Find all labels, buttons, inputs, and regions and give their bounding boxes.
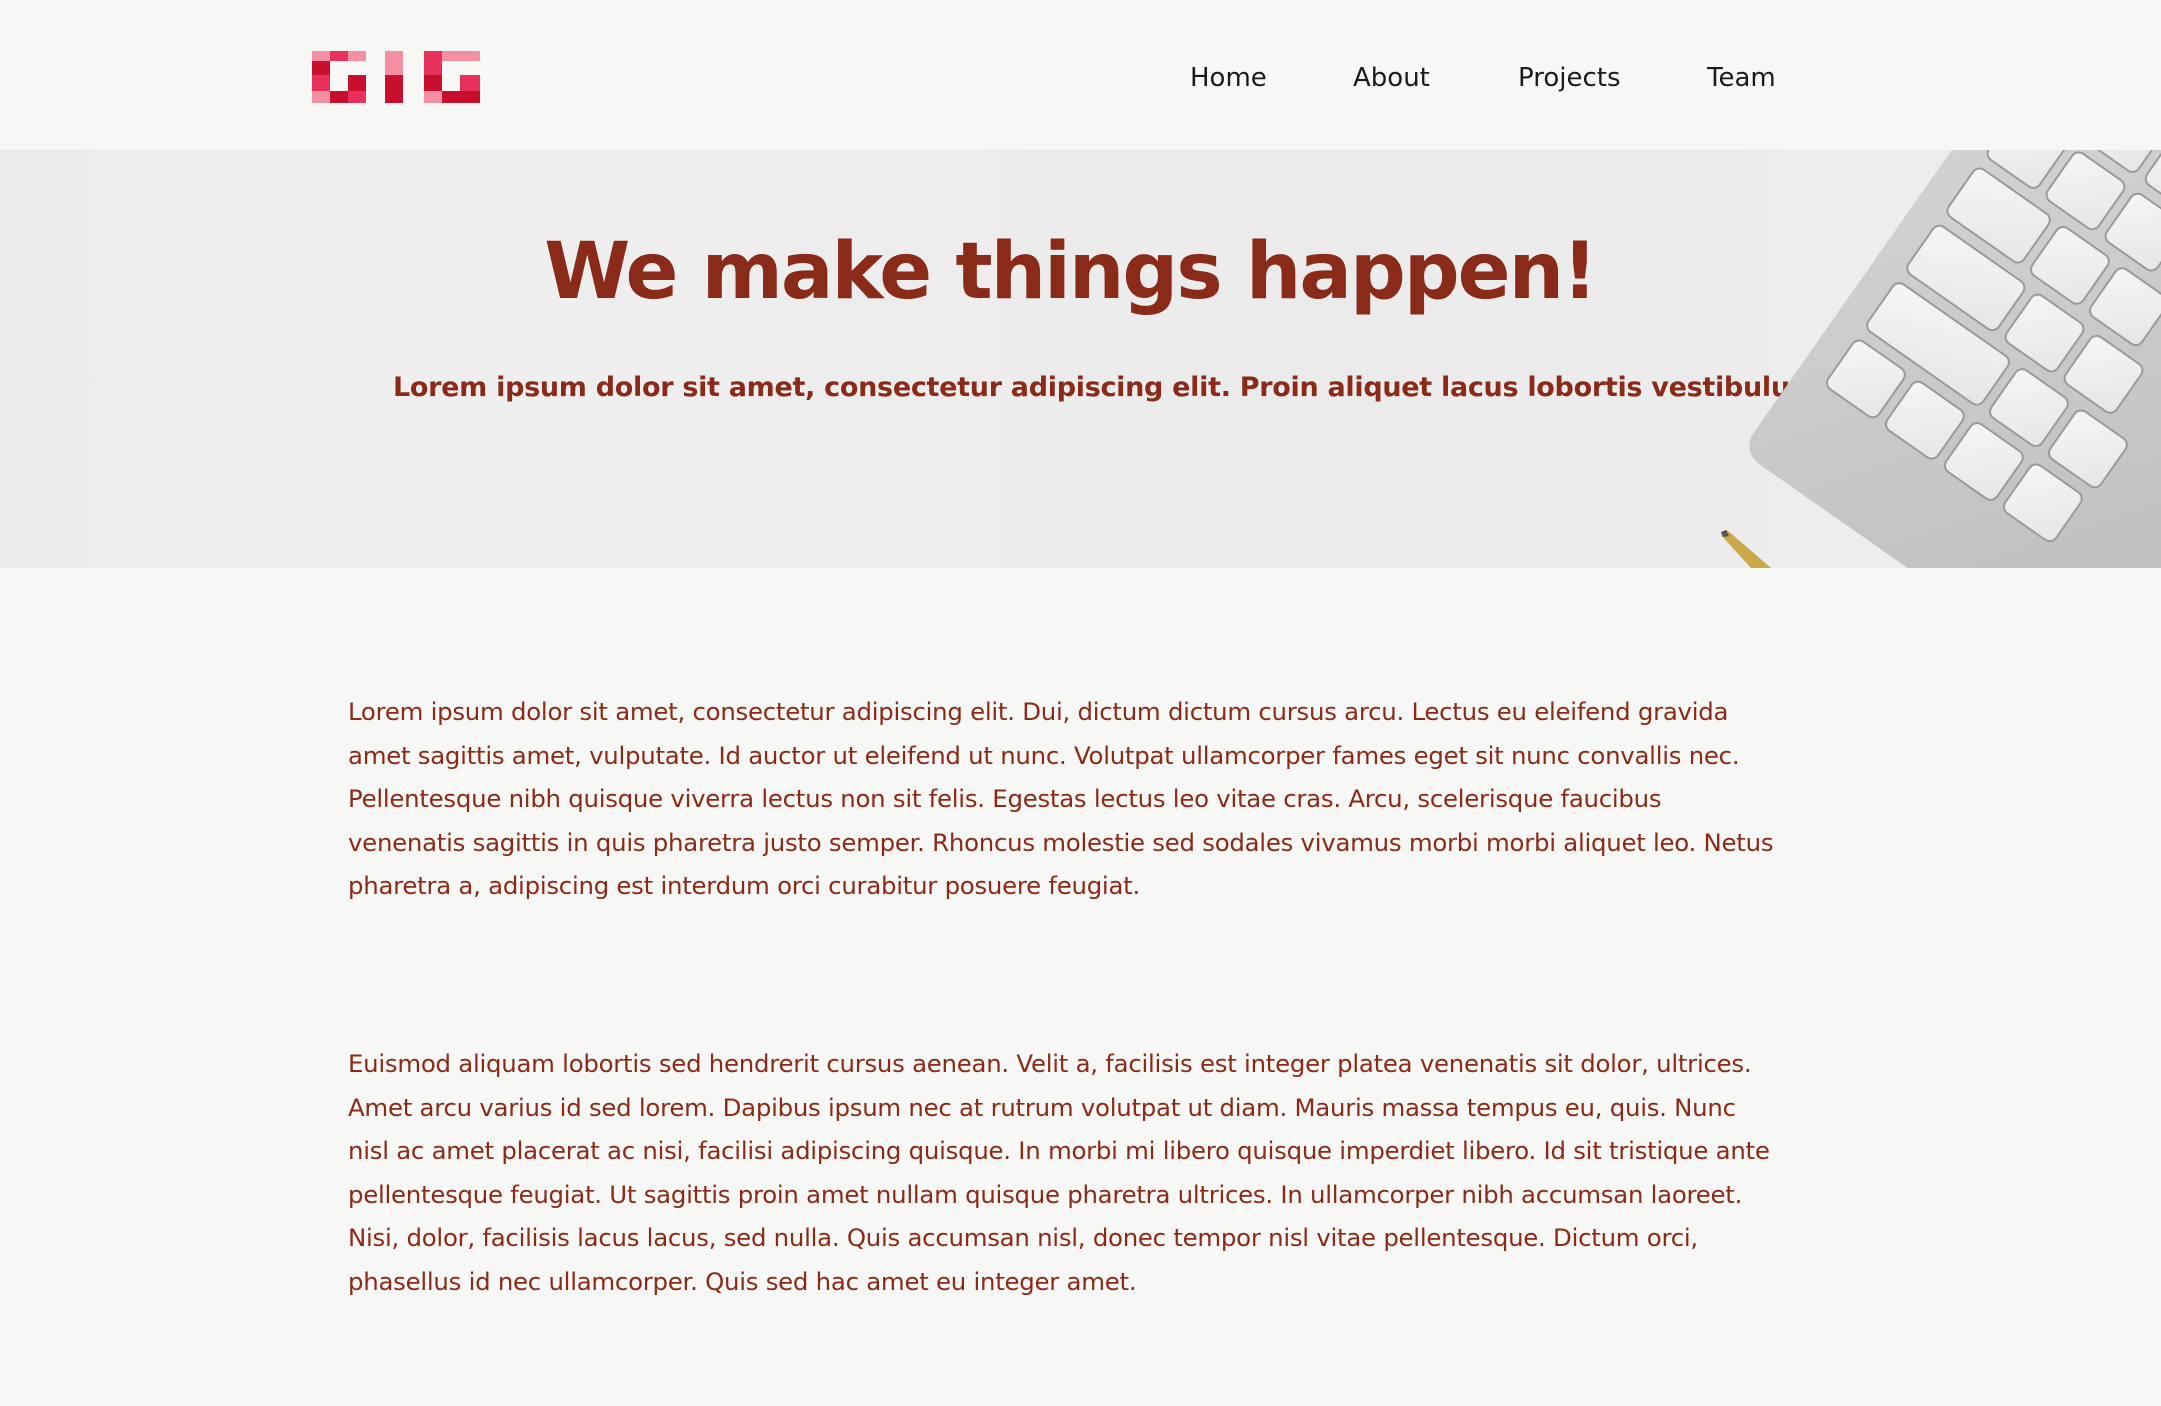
nav-about-link[interactable]: About — [1353, 58, 1430, 98]
nav-team-link[interactable]: Team — [1707, 58, 1776, 98]
intro-paragraph: Lorem ipsum dolor sit amet, consectetur … — [348, 697, 1774, 900]
gig-logo[interactable] — [312, 51, 480, 103]
nav-home-link[interactable]: Home — [1190, 58, 1267, 98]
nav-projects-link[interactable]: Projects — [1518, 58, 1621, 98]
keyboard-image — [1721, 150, 2161, 568]
hero-banner: We make things happen! Lorem ipsum dolor… — [0, 150, 2161, 568]
second-paragraph: Euismod aliquam lobortis sed hendrerit c… — [348, 1049, 1770, 1296]
main-nav: Home About Projects Team — [1150, 58, 1790, 98]
hero-subtitle: Lorem ipsum dolor sit amet, consectetur … — [393, 372, 1910, 403]
site-header: Home About Projects Team — [0, 0, 2161, 150]
page: Home About Projects Team We make things … — [0, 0, 2161, 1406]
